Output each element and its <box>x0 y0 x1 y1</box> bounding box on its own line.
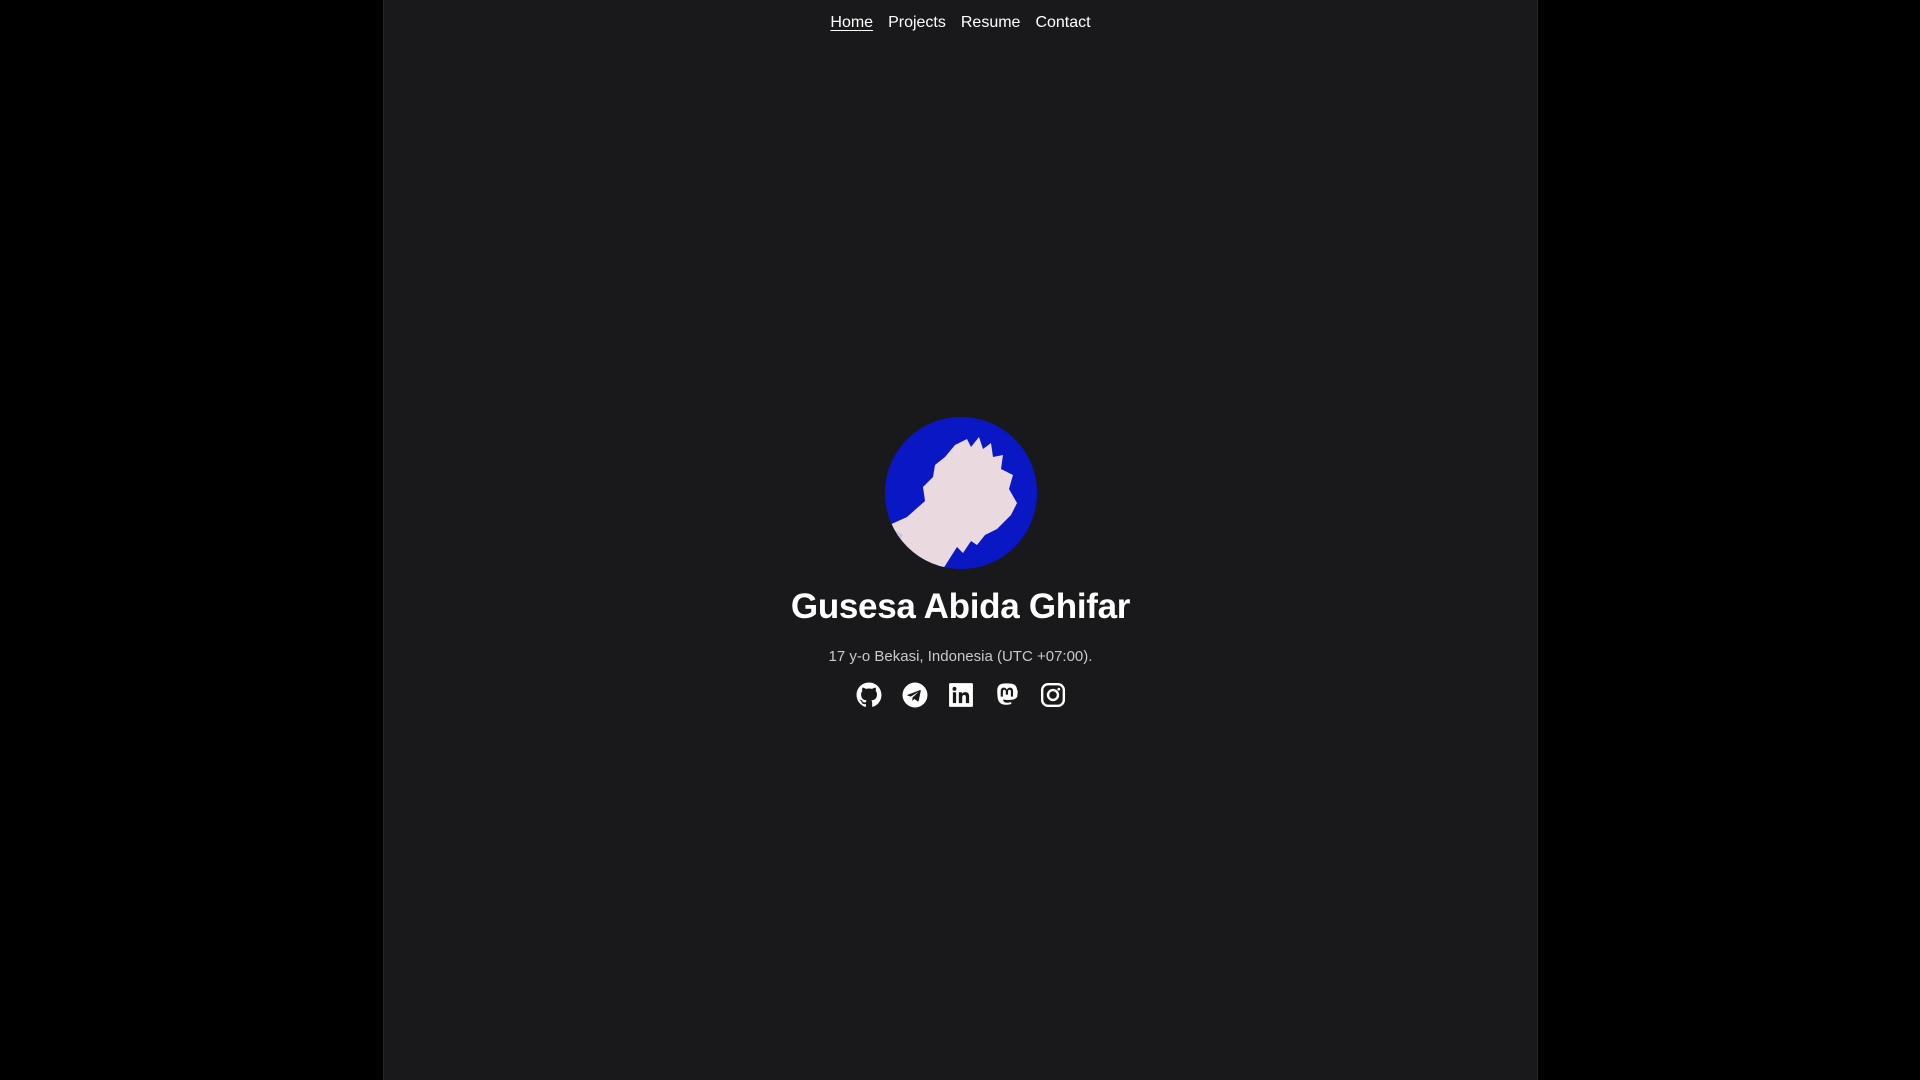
avatar <box>884 417 1037 569</box>
mastodon-link[interactable] <box>994 682 1020 708</box>
top-nav: Home Projects Resume Contact <box>384 14 1537 32</box>
avatar-image <box>884 417 1037 569</box>
github-link[interactable] <box>856 682 882 708</box>
mastodon-icon <box>996 683 1018 705</box>
social-links <box>856 682 1066 708</box>
github-icon <box>856 682 881 707</box>
telegram-link[interactable] <box>902 682 928 708</box>
nav-contact-link[interactable]: Contact <box>1035 14 1090 32</box>
profile-bio: 17 y-o Bekasi, Indonesia (UTC +07:00). <box>828 648 1093 665</box>
telegram-icon <box>902 682 927 708</box>
profile-name: Gusesa Abida Ghifar <box>790 587 1131 626</box>
nav-home-link[interactable]: Home <box>830 14 873 32</box>
linkedin-link[interactable] <box>948 682 974 708</box>
nav-resume-link[interactable]: Resume <box>961 14 1021 32</box>
nav-projects-link[interactable]: Projects <box>888 14 946 32</box>
instagram-icon <box>1040 682 1065 708</box>
page-container: Home Projects Resume Contact Gusesa Abid… <box>383 0 1538 1080</box>
linkedin-icon <box>948 683 973 707</box>
instagram-link[interactable] <box>1040 682 1066 708</box>
profile-section: Gusesa Abida Ghifar 17 y-o Bekasi, Indon… <box>384 417 1537 708</box>
